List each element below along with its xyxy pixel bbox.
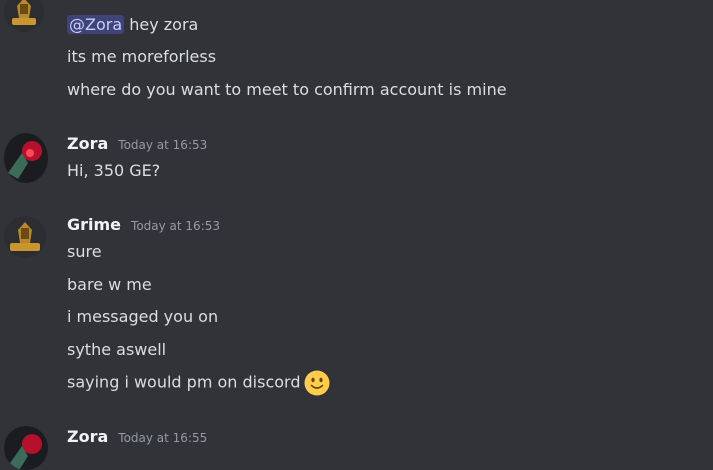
message-line: sythe aswell xyxy=(67,340,167,359)
message-line: where do you want to meet to confirm acc… xyxy=(67,80,507,99)
timestamp: Today at 16:53 xyxy=(118,138,208,152)
message-line: saying i would pm on discord xyxy=(67,370,330,396)
message-header: Zora Today at 16:53 xyxy=(67,134,207,153)
slightly-smiling-face-icon[interactable] xyxy=(304,370,330,396)
message-text: saying i would pm on discord xyxy=(67,372,301,392)
user-mention[interactable]: @Zora xyxy=(67,15,125,34)
avatar-zora[interactable] xyxy=(4,426,48,470)
message-line: its me moreforless xyxy=(67,47,217,66)
avatar-grime[interactable] xyxy=(4,216,46,258)
message-line: i messaged you on xyxy=(67,307,219,326)
imperium-logo-icon xyxy=(4,0,44,32)
message-text: hey zora xyxy=(129,15,199,34)
message-line: Hi, 350 GE? xyxy=(67,161,161,180)
timestamp: Today at 16:53 xyxy=(131,219,221,233)
avatar-zora[interactable] xyxy=(4,133,48,183)
message-line: @Zora hey zora xyxy=(67,14,198,36)
imperium-logo-icon xyxy=(4,216,46,258)
message-line: bare w me xyxy=(67,275,152,294)
avatar-grime[interactable] xyxy=(4,0,44,32)
author-name[interactable]: Zora xyxy=(67,427,108,446)
message-line: sure xyxy=(67,242,102,261)
message-header: Zora Today at 16:55 xyxy=(67,427,207,446)
timestamp: Today at 16:55 xyxy=(118,431,208,445)
zora-avatar-icon xyxy=(4,133,48,183)
author-name[interactable]: Grime xyxy=(67,215,121,234)
message-header: Grime Today at 16:53 xyxy=(67,215,220,234)
author-name[interactable]: Zora xyxy=(67,134,108,153)
zora-avatar-icon xyxy=(4,426,48,470)
